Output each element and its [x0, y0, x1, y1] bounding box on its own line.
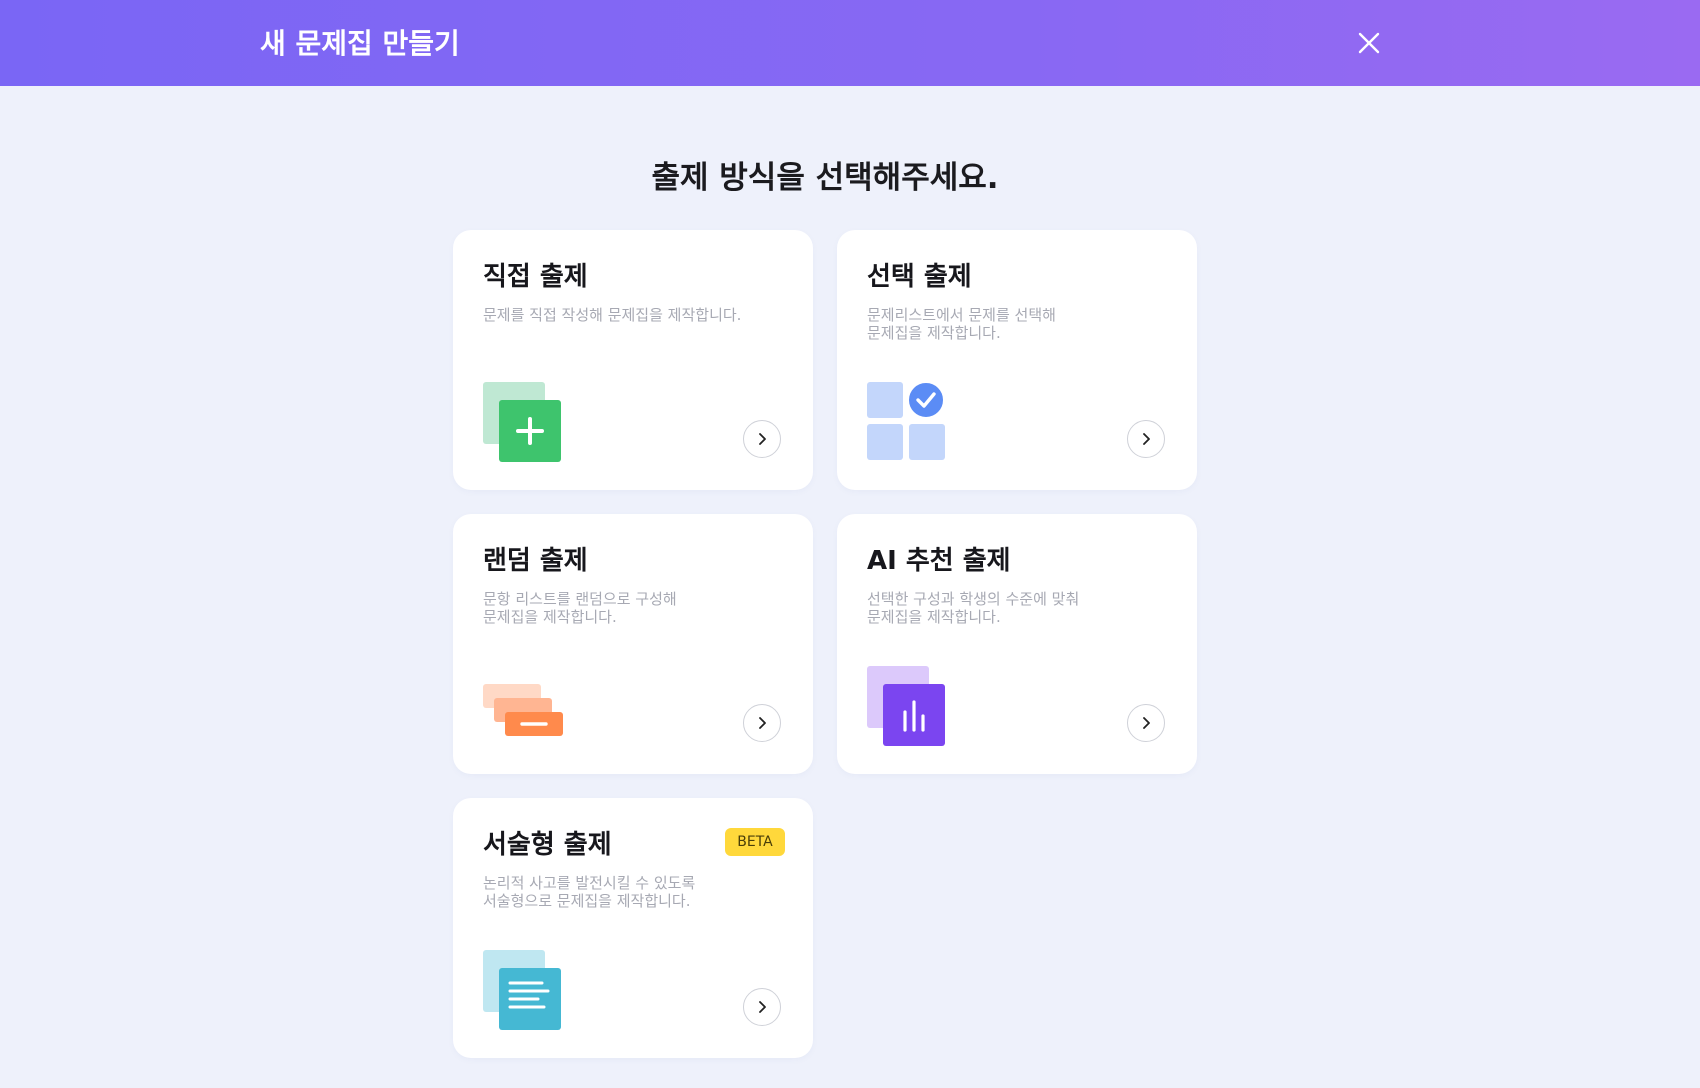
card-description: 논리적 사고를 발전시킬 수 있도록 서술형으로 문제집을 제작합니다.	[483, 874, 696, 910]
stacked-cards-icon	[483, 684, 563, 736]
chevron-right-icon	[1143, 717, 1150, 729]
card-title: 선택 출제	[867, 262, 972, 292]
card-ai-recommend[interactable]: AI 추천 출제 선택한 구성과 학생의 수준에 맞춰 문제집을 제작합니다.	[837, 514, 1197, 774]
card-arrow-button[interactable]	[743, 988, 781, 1026]
beta-badge: BETA	[725, 828, 785, 856]
card-title: AI 추천 출제	[867, 546, 1011, 576]
selection-heading: 출제 방식을 선택해주세요.	[651, 160, 999, 196]
card-arrow-button[interactable]	[1127, 420, 1165, 458]
card-title: 랜덤 출제	[483, 546, 588, 576]
header-bar: 새 문제집 만들기	[0, 0, 1700, 86]
card-description: 선택한 구성과 학생의 수준에 맞춰 문제집을 제작합니다.	[867, 590, 1080, 626]
card-arrow-button[interactable]	[743, 704, 781, 742]
card-arrow-button[interactable]	[1127, 704, 1165, 742]
bar-chart-icon	[867, 666, 945, 746]
card-description: 문제를 직접 작성해 문제집을 제작합니다.	[483, 306, 742, 324]
chevron-right-icon	[759, 433, 766, 445]
close-icon	[1358, 32, 1380, 54]
chevron-right-icon	[1143, 433, 1150, 445]
close-button[interactable]	[1352, 26, 1386, 60]
chevron-right-icon	[759, 1001, 766, 1013]
card-description: 문제리스트에서 문제를 선택해 문제집을 제작합니다.	[867, 306, 1056, 342]
card-title: 서술형 출제	[483, 830, 612, 860]
card-title: 직접 출제	[483, 262, 588, 292]
card-select[interactable]: 선택 출제 문제리스트에서 문제를 선택해 문제집을 제작합니다.	[837, 230, 1197, 490]
card-random[interactable]: 랜덤 출제 문항 리스트를 랜덤으로 구성해 문제집을 제작합니다.	[453, 514, 813, 774]
card-descriptive[interactable]: 서술형 출제 BETA 논리적 사고를 발전시킬 수 있도록 서술형으로 문제집…	[453, 798, 813, 1058]
select-grid-icon	[867, 382, 945, 460]
card-description: 문항 리스트를 랜덤으로 구성해 문제집을 제작합니다.	[483, 590, 677, 626]
chevron-right-icon	[759, 717, 766, 729]
card-direct[interactable]: 직접 출제 문제를 직접 작성해 문제집을 제작합니다.	[453, 230, 813, 490]
page-title: 새 문제집 만들기	[260, 27, 460, 60]
card-arrow-button[interactable]	[743, 420, 781, 458]
add-document-icon	[483, 382, 561, 462]
text-document-icon	[483, 950, 561, 1030]
